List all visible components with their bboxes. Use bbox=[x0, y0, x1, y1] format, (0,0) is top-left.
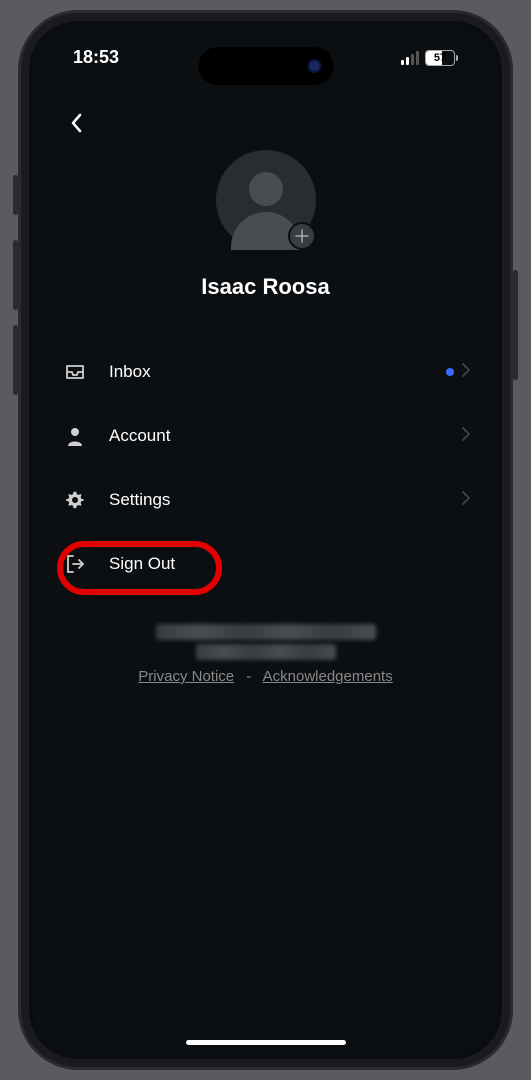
chevron-right-icon bbox=[462, 491, 470, 510]
chevron-right-icon bbox=[462, 363, 470, 382]
profile-header: Isaac Roosa bbox=[61, 150, 470, 300]
status-time: 18:53 bbox=[73, 47, 119, 68]
signal-icon bbox=[401, 51, 419, 65]
back-button[interactable] bbox=[61, 108, 91, 138]
gear-icon bbox=[61, 490, 89, 510]
account-icon bbox=[61, 426, 89, 446]
redacted-text bbox=[156, 624, 376, 640]
menu-item-account[interactable]: Account bbox=[61, 404, 470, 468]
menu-item-inbox[interactable]: Inbox bbox=[61, 340, 470, 404]
menu-label: Inbox bbox=[109, 362, 446, 382]
menu-label: Settings bbox=[109, 490, 462, 510]
inbox-icon bbox=[61, 364, 89, 380]
battery-icon: 57 bbox=[425, 50, 458, 66]
home-indicator[interactable] bbox=[186, 1040, 346, 1045]
signout-icon bbox=[61, 554, 89, 574]
content-area: Isaac Roosa Inbox bbox=[33, 90, 498, 1055]
phone-frame: 18:53 57 bbox=[18, 10, 513, 1070]
screen: 18:53 57 bbox=[33, 25, 498, 1055]
chevron-right-icon bbox=[462, 427, 470, 446]
profile-name: Isaac Roosa bbox=[201, 274, 329, 300]
menu-label: Account bbox=[109, 426, 462, 446]
menu-item-signout[interactable]: Sign Out bbox=[61, 532, 470, 596]
chevron-left-icon bbox=[70, 113, 82, 133]
acknowledgements-link[interactable]: Acknowledgements bbox=[263, 668, 393, 685]
redacted-text bbox=[196, 644, 336, 660]
dynamic-island bbox=[198, 47, 333, 85]
unread-dot-icon bbox=[446, 368, 454, 376]
menu-label: Sign Out bbox=[109, 554, 470, 574]
avatar[interactable] bbox=[216, 150, 316, 250]
privacy-link[interactable]: Privacy Notice bbox=[138, 668, 234, 685]
menu-item-settings[interactable]: Settings bbox=[61, 468, 470, 532]
menu-list: Inbox Account bbox=[61, 340, 470, 596]
add-photo-button[interactable] bbox=[288, 222, 316, 250]
power-button bbox=[513, 270, 518, 380]
separator: - bbox=[246, 668, 251, 685]
plus-icon bbox=[295, 229, 309, 243]
battery-level: 57 bbox=[426, 51, 454, 65]
footer: Privacy Notice - Acknowledgements bbox=[61, 624, 470, 685]
